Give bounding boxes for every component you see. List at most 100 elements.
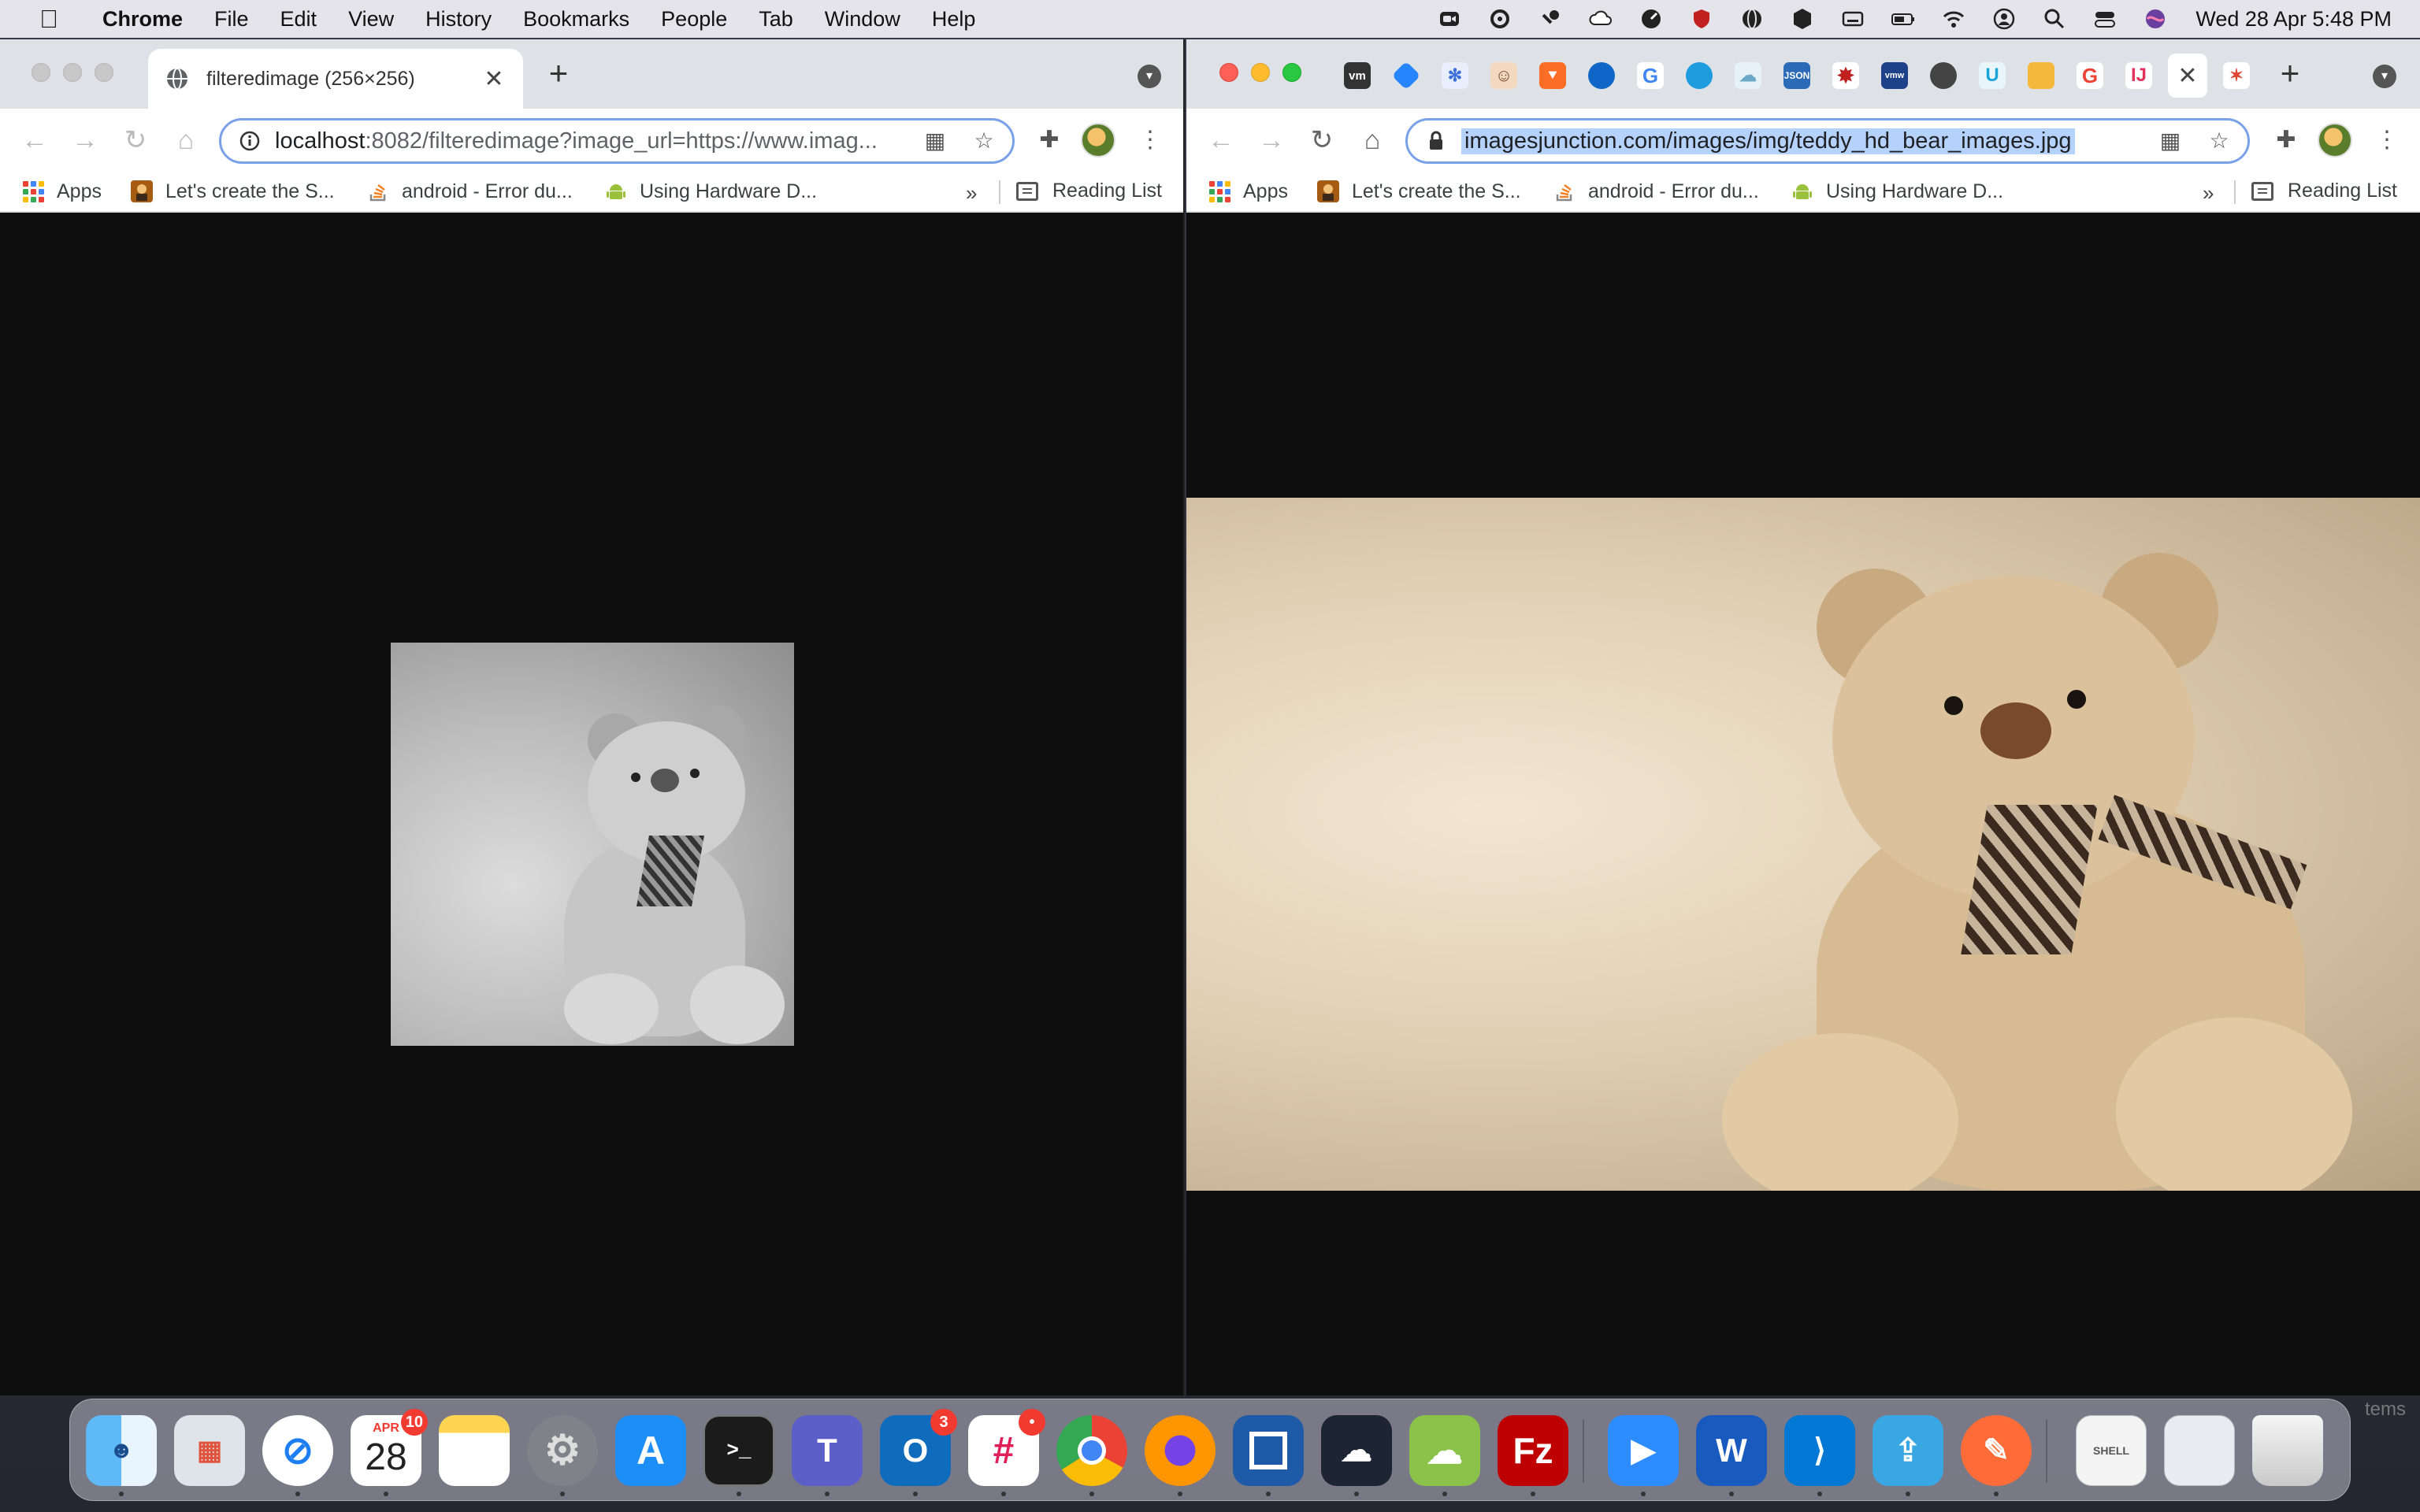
screen-share-icon[interactable]: ⇪ xyxy=(1873,1415,1943,1486)
pinned-tab-udemy[interactable]: U xyxy=(1973,54,2012,98)
cloud-status-icon[interactable] xyxy=(1587,7,1614,31)
search-status-icon[interactable] xyxy=(2041,7,2068,31)
globe-status-icon[interactable] xyxy=(1739,7,1765,31)
tab-filteredimage[interactable]: filteredimage (256×256) ✕ xyxy=(148,49,523,109)
cloud-app-icon[interactable]: ☁ xyxy=(1409,1415,1480,1486)
new-tab-button[interactable]: + xyxy=(539,54,578,93)
home-icon[interactable]: ⌂ xyxy=(1357,124,1388,156)
more-menu-icon[interactable]: ⋮ xyxy=(2371,124,2403,156)
bookmark-star-icon[interactable]: ☆ xyxy=(2207,128,2232,154)
shield-status-icon[interactable] xyxy=(1688,7,1715,31)
tab-search-icon[interactable]: ▾ xyxy=(2373,65,2396,88)
address-bar[interactable]: localhost:8082/filteredimage?image_url=h… xyxy=(219,118,1015,164)
app-store-icon[interactable]: A xyxy=(615,1415,686,1486)
pinned-tab-extra[interactable]: ✶ xyxy=(2217,54,2256,98)
close-tab-icon[interactable]: ✕ xyxy=(482,65,506,93)
filezilla-icon[interactable]: Fz xyxy=(1498,1415,1568,1486)
menu-file[interactable]: File xyxy=(214,7,249,32)
pinned-tab-intellij[interactable]: IJ xyxy=(2119,54,2158,98)
cloud-shell-icon[interactable]: ☁ xyxy=(1321,1415,1392,1486)
qr-code-icon[interactable]: ▦ xyxy=(922,128,948,154)
pinned-tab-bug[interactable]: ✸ xyxy=(1826,54,1865,98)
system-preferences-icon[interactable]: ⚙ xyxy=(527,1415,598,1486)
url-text[interactable]: localhost:8082/filteredimage?image_url=h… xyxy=(275,128,995,154)
new-tab-button[interactable]: + xyxy=(2270,54,2310,93)
tab-search-icon[interactable]: ▾ xyxy=(1138,65,1161,88)
menu-edit[interactable]: Edit xyxy=(280,7,317,32)
notes-icon[interactable] xyxy=(439,1415,510,1486)
launchpad-icon[interactable]: ▦ xyxy=(174,1415,245,1486)
bookmark-hardware[interactable]: Using Hardware D... xyxy=(1791,180,2003,203)
profile-avatar[interactable] xyxy=(1081,123,1115,158)
minimize-window-button[interactable] xyxy=(1251,63,1270,82)
bookmark-lets-create[interactable]: Let's create the S... xyxy=(131,180,335,203)
more-bookmarks-icon[interactable]: » xyxy=(966,181,977,206)
menubar-clock[interactable]: Wed 28 Apr 5:48 PM xyxy=(2195,7,2392,32)
shell-script-icon[interactable]: SHELL xyxy=(2076,1415,2147,1486)
bookmark-apps[interactable]: Apps xyxy=(22,180,102,203)
zoom-status-icon[interactable] xyxy=(1436,7,1463,31)
zoom-icon[interactable]: ▶ xyxy=(1608,1415,1679,1486)
address-bar[interactable]: imagesjunction.com/images/img/teddy_hd_b… xyxy=(1405,118,2250,164)
preview-icon[interactable] xyxy=(2164,1415,2235,1486)
menu-history[interactable]: History xyxy=(425,7,492,32)
extensions-icon[interactable]: ✚ xyxy=(2270,124,2302,156)
settings-status-icon[interactable] xyxy=(1487,7,1513,31)
menu-tab[interactable]: Tab xyxy=(759,7,793,32)
menu-people[interactable]: People xyxy=(661,7,727,32)
battery-status-icon[interactable] xyxy=(1890,7,1917,31)
hexagon-status-icon[interactable] xyxy=(1789,7,1816,31)
firefox-icon[interactable] xyxy=(1145,1415,1216,1486)
info-icon[interactable] xyxy=(239,130,261,152)
word-icon[interactable]: W xyxy=(1696,1415,1767,1486)
extensions-icon[interactable]: ✚ xyxy=(1034,124,1065,156)
calendar-icon[interactable]: APR 28 10 xyxy=(351,1409,428,1486)
close-window-button[interactable] xyxy=(32,63,50,82)
zoom-window-button[interactable] xyxy=(95,63,113,82)
close-tab-icon[interactable]: ✕ xyxy=(2176,62,2199,90)
reading-list-button[interactable]: Reading List xyxy=(1016,180,1162,202)
siri-icon[interactable] xyxy=(2142,7,2169,31)
safari-icon[interactable]: ⊘ xyxy=(262,1415,333,1486)
keyboard-status-icon[interactable] xyxy=(1839,7,1866,31)
bookmark-android-error[interactable]: android - Error du... xyxy=(1553,180,1759,203)
menu-app-name[interactable]: Chrome xyxy=(102,7,183,32)
forward-icon[interactable]: → xyxy=(1256,124,1287,156)
bookmark-lets-create[interactable]: Let's create the S... xyxy=(1317,180,1521,203)
more-bookmarks-icon[interactable]: » xyxy=(2203,181,2214,206)
pinned-tab-google[interactable]: G xyxy=(1631,54,1670,98)
minimize-window-button[interactable] xyxy=(63,63,82,82)
pinned-tab-user[interactable]: ☺ xyxy=(1484,54,1524,98)
postman-icon[interactable]: ✎ xyxy=(1961,1415,2032,1486)
pinned-tab-json[interactable]: JSON xyxy=(1777,54,1817,98)
pinned-tab-jira[interactable] xyxy=(1386,54,1426,98)
pinned-tab-onedrive[interactable] xyxy=(1582,54,1621,98)
bookmark-star-icon[interactable]: ☆ xyxy=(971,128,997,154)
apple-menu-icon[interactable]:  xyxy=(30,5,68,34)
profile-avatar[interactable] xyxy=(2318,123,2352,158)
key-status-icon[interactable] xyxy=(1537,7,1564,31)
current-tab-teddy-image[interactable]: ✕ xyxy=(2168,54,2207,98)
more-menu-icon[interactable]: ⋮ xyxy=(1134,124,1166,156)
qr-code-icon[interactable]: ▦ xyxy=(2158,128,2183,154)
menu-help[interactable]: Help xyxy=(932,7,976,32)
bookmark-android-error[interactable]: android - Error du... xyxy=(367,180,573,203)
wifi-status-icon[interactable] xyxy=(1940,7,1967,31)
pinned-tab-nx[interactable]: ✻ xyxy=(1435,54,1475,98)
back-icon[interactable]: ← xyxy=(1205,124,1237,156)
pinned-tab-salesforce[interactable] xyxy=(1680,54,1719,98)
close-window-button[interactable] xyxy=(1219,63,1238,82)
bookmark-apps[interactable]: Apps xyxy=(1208,180,1288,203)
outlook-icon[interactable]: O 3 xyxy=(880,1409,957,1486)
teams-icon[interactable]: T xyxy=(792,1415,863,1486)
vscode-icon[interactable]: ⟩ xyxy=(1784,1415,1855,1486)
back-icon[interactable]: ← xyxy=(19,124,50,156)
chrome-icon[interactable] xyxy=(1056,1415,1127,1486)
bookmark-hardware[interactable]: Using Hardware D... xyxy=(605,180,817,203)
menu-bookmarks[interactable]: Bookmarks xyxy=(523,7,629,32)
pinned-tab-vm[interactable]: vm xyxy=(1338,54,1377,98)
user-status-icon[interactable] xyxy=(1991,7,2017,31)
terminal-icon[interactable]: >_ xyxy=(703,1415,774,1486)
zoom-window-button[interactable] xyxy=(1282,63,1301,82)
url-text[interactable]: imagesjunction.com/images/img/teddy_hd_b… xyxy=(1461,128,2075,154)
